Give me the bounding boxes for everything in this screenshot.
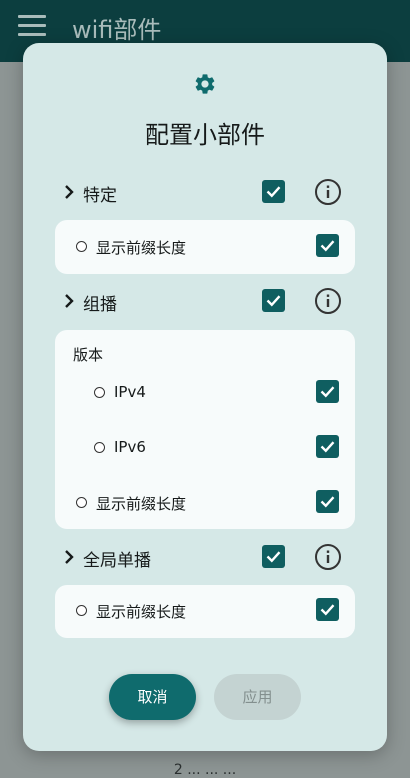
dialog-title: 配置小部件: [145, 121, 265, 149]
option-checkbox[interactable]: [316, 234, 339, 257]
version-group-label: 版本: [73, 346, 104, 364]
section-label: 组播: [83, 295, 117, 315]
chevron-right-icon: [65, 294, 74, 308]
chevron-right-icon: [65, 185, 74, 199]
options-card-multicast: 版本 IPv4 IPv6 显示前缀长度: [55, 330, 355, 529]
apply-button[interactable]: 应用: [214, 674, 301, 720]
checkbox-checked-icon: [266, 186, 281, 198]
checkbox-checked-icon: [266, 551, 281, 563]
configure-widget-dialog: 配置小部件 特定 显示前缀长度 组播 版本 IPv4 IPv6 显示前缀长度 全…: [23, 43, 387, 751]
info-icon[interactable]: [314, 287, 342, 315]
options-card-specific: 显示前缀长度: [55, 220, 355, 274]
option-label: IPv4: [114, 383, 146, 401]
section-header-multicast[interactable]: 组播: [55, 284, 355, 318]
info-icon[interactable]: [314, 543, 342, 571]
section-label: 全局单播: [83, 551, 151, 571]
option-checkbox[interactable]: [316, 380, 339, 403]
checkbox-checked-icon: [320, 240, 335, 252]
menu-icon[interactable]: [18, 15, 46, 39]
app-title: wifi部件: [72, 16, 162, 44]
option-row[interactable]: 显示前缀长度: [55, 227, 355, 267]
option-label: 显示前缀长度: [96, 495, 187, 513]
checkbox-checked-icon: [320, 604, 335, 616]
cancel-button[interactable]: 取消: [109, 674, 196, 720]
section-checkbox[interactable]: [262, 545, 285, 568]
section-header-global-unicast[interactable]: 全局单播: [55, 540, 355, 574]
version-row-ipv4[interactable]: IPv4: [55, 373, 355, 413]
option-label: IPv6: [114, 438, 146, 456]
option-checkbox[interactable]: [316, 598, 339, 621]
radio-empty-icon[interactable]: [94, 442, 105, 453]
checkbox-checked-icon: [266, 295, 281, 307]
section-checkbox[interactable]: [262, 289, 285, 312]
options-card-global-unicast: 显示前缀长度: [55, 585, 355, 638]
section-header-specific[interactable]: 特定: [55, 175, 355, 209]
checkbox-checked-icon: [320, 441, 335, 453]
radio-empty-icon[interactable]: [76, 241, 87, 252]
chevron-right-icon: [65, 550, 74, 564]
option-checkbox[interactable]: [316, 435, 339, 458]
radio-empty-icon[interactable]: [76, 497, 87, 508]
checkbox-checked-icon: [320, 386, 335, 398]
option-label: 显示前缀长度: [96, 239, 187, 257]
radio-empty-icon[interactable]: [94, 387, 105, 398]
option-row[interactable]: 显示前缀长度: [55, 591, 355, 631]
checkbox-checked-icon: [320, 496, 335, 508]
radio-empty-icon[interactable]: [76, 605, 87, 616]
section-checkbox[interactable]: [262, 180, 285, 203]
gear-icon: [195, 74, 215, 94]
option-row[interactable]: 显示前缀长度: [55, 483, 355, 523]
version-row-ipv6[interactable]: IPv6: [55, 428, 355, 468]
option-label: 显示前缀长度: [96, 603, 187, 621]
info-icon[interactable]: [314, 178, 342, 206]
section-label: 特定: [83, 186, 117, 206]
background-peek-text: 2 ... ... ...: [173, 762, 237, 778]
option-checkbox[interactable]: [316, 490, 339, 513]
